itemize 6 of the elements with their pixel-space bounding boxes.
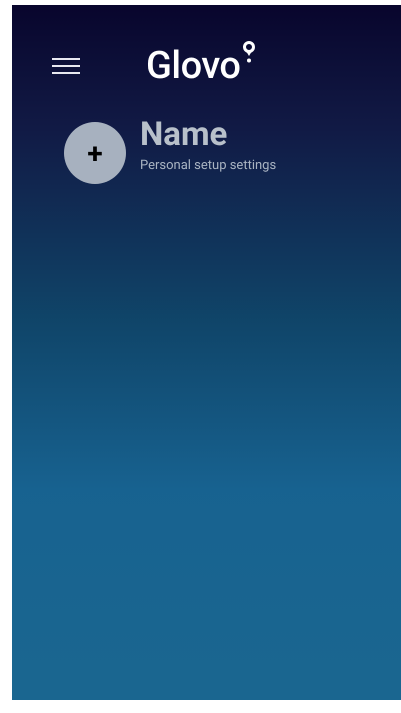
logo-text: Glovo (146, 47, 240, 85)
profile-name: Name (140, 117, 228, 154)
add-photo-button[interactable]: + (64, 122, 126, 184)
profile-subtitle: Personal setup settings (140, 158, 276, 174)
pin-icon (242, 41, 256, 63)
menu-icon[interactable] (52, 55, 80, 77)
